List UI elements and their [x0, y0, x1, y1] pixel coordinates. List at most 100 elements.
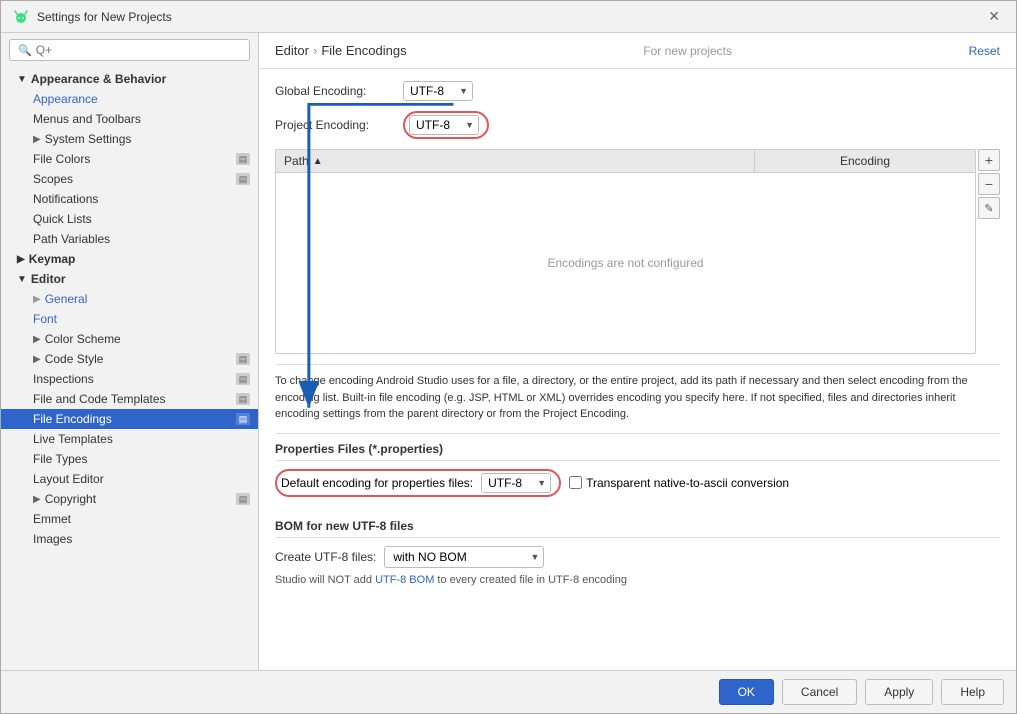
path-table-body: Encodings are not configured: [276, 173, 975, 353]
sidebar-item-font[interactable]: Font: [1, 309, 258, 329]
apply-button[interactable]: Apply: [865, 679, 933, 705]
sidebar-item-copyright[interactable]: ▶ Copyright ▤: [1, 489, 258, 509]
bom-select-wrapper: with NO BOM with BOM ▼: [384, 546, 544, 568]
badge-icon: ▤: [236, 373, 250, 385]
badge-icon: ▤: [236, 173, 250, 185]
for-new-projects-label: For new projects: [643, 44, 732, 58]
project-encoding-row: Project Encoding: UTF-8 ▼: [275, 111, 1000, 139]
sidebar-item-scopes[interactable]: Scopes ▤: [1, 169, 258, 189]
encoding-column-header: Encoding: [755, 150, 975, 172]
bom-note: Studio will NOT add UTF-8 BOM to every c…: [275, 574, 1000, 586]
title-bar-left: Settings for New Projects: [13, 9, 172, 25]
remove-path-button[interactable]: −: [978, 173, 1000, 195]
sidebar-item-live-templates[interactable]: Live Templates: [1, 429, 258, 449]
help-button[interactable]: Help: [941, 679, 1004, 705]
breadcrumb-separator: ›: [313, 43, 317, 58]
panel-body: Global Encoding: UTF-8 ▼ Project Encodin…: [259, 69, 1016, 670]
breadcrumb-parent: Editor: [275, 43, 309, 58]
global-encoding-row: Global Encoding: UTF-8 ▼: [275, 81, 1000, 101]
sidebar-item-menus-toolbars[interactable]: Menus and Toolbars: [1, 109, 258, 129]
sidebar-item-layout-editor[interactable]: Layout Editor: [1, 469, 258, 489]
global-encoding-select-wrapper: UTF-8 ▼: [403, 81, 473, 101]
path-table: Path ▲ Encoding Encodings are not config…: [275, 149, 976, 354]
badge-icon: ▤: [236, 153, 250, 165]
sidebar-item-appearance[interactable]: Appearance: [1, 89, 258, 109]
badge-icon: ▤: [236, 353, 250, 365]
sidebar-item-images[interactable]: Images: [1, 529, 258, 549]
default-encoding-label: Default encoding for properties files:: [281, 476, 473, 490]
settings-window: Settings for New Projects ✕ 🔍 ▼ Appearan…: [0, 0, 1017, 714]
sidebar-tree: ▼ Appearance & Behavior Appearance Menus…: [1, 67, 258, 670]
path-table-header: Path ▲ Encoding: [276, 150, 975, 173]
sidebar-item-code-style[interactable]: ▶ Code Style ▤: [1, 349, 258, 369]
path-column-header: Path ▲: [276, 150, 755, 172]
sidebar-item-general[interactable]: ▶ General: [1, 289, 258, 309]
table-action-buttons: + − ✎: [978, 149, 1000, 219]
bom-row: Create UTF-8 files: with NO BOM with BOM…: [275, 546, 1000, 568]
sort-arrow-icon: ▲: [313, 156, 323, 167]
create-utf8-label: Create UTF-8 files:: [275, 550, 376, 564]
search-input[interactable]: [36, 43, 241, 57]
reset-button[interactable]: Reset: [969, 44, 1000, 58]
global-encoding-label: Global Encoding:: [275, 84, 395, 98]
default-encoding-row: Default encoding for properties files: U…: [275, 469, 1000, 497]
sidebar-item-color-scheme[interactable]: ▶ Color Scheme: [1, 329, 258, 349]
sidebar-item-file-colors[interactable]: File Colors ▤: [1, 149, 258, 169]
expand-arrow-icon: ▼: [17, 74, 27, 85]
expand-arrow-icon: ▼: [17, 274, 27, 285]
properties-section: Properties Files (*.properties) Default …: [275, 433, 1000, 505]
search-icon: 🔍: [18, 44, 32, 57]
breadcrumb-current: File Encodings: [321, 43, 406, 58]
transparent-checkbox[interactable]: [569, 476, 582, 489]
edit-path-button[interactable]: ✎: [978, 197, 1000, 219]
bom-section: BOM for new UTF-8 files Create UTF-8 fil…: [275, 519, 1000, 586]
sidebar-item-quick-lists[interactable]: Quick Lists: [1, 209, 258, 229]
badge-icon: ▤: [236, 493, 250, 505]
transparent-label: Transparent native-to-ascii conversion: [586, 476, 789, 490]
expand-arrow-icon: ▶: [17, 254, 25, 265]
sidebar-section-label: Appearance & Behavior: [31, 72, 166, 86]
project-encoding-select-wrapper: UTF-8 ▼: [409, 115, 479, 135]
bom-section-label: BOM for new UTF-8 files: [275, 519, 1000, 538]
close-button[interactable]: ✕: [984, 6, 1004, 27]
sidebar-item-emmet[interactable]: Emmet: [1, 509, 258, 529]
info-text: To change encoding Android Studio uses f…: [275, 364, 1000, 423]
sidebar-section-label: Editor: [31, 272, 66, 286]
sidebar-item-file-encodings[interactable]: File Encodings ▤: [1, 409, 258, 429]
sidebar-section-keymap[interactable]: ▶ Keymap: [1, 249, 258, 269]
sidebar-section-editor[interactable]: ▼ Editor: [1, 269, 258, 289]
project-encoding-label: Project Encoding:: [275, 118, 395, 132]
bom-select[interactable]: with NO BOM with BOM: [384, 546, 544, 568]
cancel-button[interactable]: Cancel: [782, 679, 857, 705]
edit-icon: ✎: [984, 202, 993, 215]
window-title: Settings for New Projects: [37, 10, 172, 24]
sidebar-section-appearance-behavior[interactable]: ▼ Appearance & Behavior: [1, 69, 258, 89]
sidebar-item-system-settings[interactable]: ▶ System Settings: [1, 129, 258, 149]
transparent-checkbox-row: Transparent native-to-ascii conversion: [569, 476, 789, 490]
footer: OK Cancel Apply Help: [1, 670, 1016, 713]
badge-icon: ▤: [236, 393, 250, 405]
default-encoding-select[interactable]: UTF-8: [481, 473, 551, 493]
main-content: 🔍 ▼ Appearance & Behavior Appearance Men…: [1, 33, 1016, 670]
search-box[interactable]: 🔍: [9, 39, 250, 61]
default-encoding-select-wrapper: UTF-8 ▼: [481, 473, 551, 493]
sidebar-item-path-variables[interactable]: Path Variables: [1, 229, 258, 249]
sidebar-section-label: Keymap: [29, 252, 76, 266]
global-encoding-select[interactable]: UTF-8: [403, 81, 473, 101]
sidebar-item-inspections[interactable]: Inspections ▤: [1, 369, 258, 389]
add-path-button[interactable]: +: [978, 149, 1000, 171]
panel-header: Editor › File Encodings For new projects…: [259, 33, 1016, 69]
android-icon: [13, 9, 29, 25]
properties-section-label: Properties Files (*.properties): [275, 442, 1000, 461]
sidebar-item-file-types[interactable]: File Types: [1, 449, 258, 469]
right-panel: Editor › File Encodings For new projects…: [259, 33, 1016, 670]
breadcrumb: Editor › File Encodings: [275, 43, 407, 58]
right-panel-wrapper: Editor › File Encodings For new projects…: [259, 33, 1016, 670]
badge-icon-active: ▤: [236, 413, 250, 425]
sidebar-item-notifications[interactable]: Notifications: [1, 189, 258, 209]
ok-button[interactable]: OK: [719, 679, 774, 705]
sidebar-item-file-code-templates[interactable]: File and Code Templates ▤: [1, 389, 258, 409]
empty-table-message: Encodings are not configured: [547, 256, 703, 270]
project-encoding-select[interactable]: UTF-8: [409, 115, 479, 135]
title-bar: Settings for New Projects ✕: [1, 1, 1016, 33]
